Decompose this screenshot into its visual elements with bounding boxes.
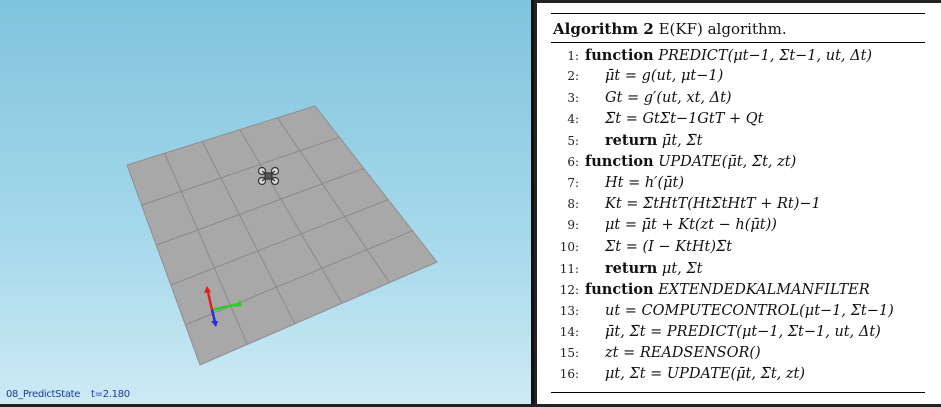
algorithm-line: 4: Σ̄t = GtΣt−1GtT + Qt: [551, 109, 925, 130]
statement-text: μ̄t = g(ut, μt−1): [605, 68, 724, 85]
algorithm-line: 14: μ̄t, Σ̄t = PREDICT(μt−1, Σt−1, ut, Δt…: [551, 322, 925, 343]
statement-text: Gt = g′(ut, xt, Δt): [605, 89, 732, 106]
line-number: 12:: [559, 283, 579, 298]
algorithm-panel: Algorithm 2 E(KF) algorithm. 1: function …: [537, 3, 941, 404]
line-number: 9:: [567, 218, 579, 233]
algorithm-box: Algorithm 2 E(KF) algorithm. 1: function …: [551, 13, 925, 393]
algorithm-line: 1: function PREDICT(μt−1, Σt−1, ut, Δt): [551, 45, 925, 66]
algorithm-line: 13: ut = COMPUTECONTROL(μt−1, Σt−1): [551, 301, 925, 322]
statement-text: μt, Σt: [661, 260, 703, 277]
scene-3d: [126, 105, 438, 366]
line-number: 11:: [559, 261, 579, 276]
line-number: 16:: [559, 367, 579, 382]
statement-text: μ̄t, Σ̄t: [661, 133, 703, 150]
line-number: 4:: [567, 111, 579, 126]
line-number: 6:: [567, 155, 579, 170]
algorithm-label: Algorithm 2: [553, 20, 654, 38]
line-number: 10:: [559, 239, 579, 254]
algorithm-line: 3: Gt = g′(ut, xt, Δt): [551, 88, 925, 109]
algorithm-line: 11: return μt, Σt: [551, 258, 925, 279]
statement-text: μ̄t, Σ̄t = PREDICT(μt−1, Σt−1, ut, Δt): [605, 323, 881, 340]
algorithm-line: 7: Ht = h′(μ̄t): [551, 173, 925, 194]
algorithm-line: 16: μt, Σt = UPDATE(μ̄t, Σ̄t, zt): [551, 364, 925, 385]
floor-plane: [126, 105, 438, 366]
statement-text: EXTENDEDKALMANFILTER: [658, 282, 870, 299]
line-number: 3:: [567, 90, 579, 105]
statement-text: μt = μ̄t + Kt(zt − h(μ̄t)): [605, 217, 777, 234]
algorithm-line: 15: zt = READSENSOR(): [551, 343, 925, 364]
algorithm-title: E(KF) algorithm.: [658, 20, 787, 38]
statement-text: PREDICT(μt−1, Σt−1, ut, Δt): [658, 48, 873, 64]
statement-text: UPDATE(μ̄t, Σ̄t, zt): [658, 154, 797, 171]
line-number: 2:: [567, 69, 579, 84]
algorithm-line: 9: μt = μ̄t + Kt(zt − h(μ̄t)): [551, 215, 925, 236]
line-number: 14:: [559, 324, 579, 339]
algorithm-line: 8: Kt = Σ̄tHtT(HtΣ̄tHtT + Rt)−1: [551, 194, 925, 215]
algorithm-line: 2: μ̄t = g(ut, μt−1): [551, 66, 925, 87]
algorithm-caption: Algorithm 2 E(KF) algorithm.: [551, 13, 925, 43]
scenario-name: 08_PredictState: [6, 389, 81, 400]
statement-text: Σt = (I − KtHt)Σ̄t: [605, 238, 733, 255]
line-number: 8:: [567, 197, 579, 212]
keyword: function: [585, 47, 654, 64]
sim-time: t=2.180: [91, 389, 130, 400]
line-number: 13:: [559, 303, 579, 318]
algorithm-line: 5: return μ̄t, Σ̄t: [551, 130, 925, 151]
statement-text: Ht = h′(μ̄t): [605, 174, 685, 191]
statement-text: zt = READSENSOR(): [605, 345, 761, 362]
simulator-viewport[interactable]: 08_PredictState t=2.180: [0, 0, 534, 404]
keyword: return: [605, 259, 658, 277]
keyword: function: [585, 153, 654, 171]
keyword: return: [605, 132, 658, 150]
algorithm-lines: 1: function PREDICT(μt−1, Σt−1, ut, Δt) 2:…: [551, 43, 925, 386]
line-number: 7:: [567, 175, 579, 190]
line-number: 15:: [559, 346, 579, 361]
algorithm-line: 12: function EXTENDEDKALMANFILTER: [551, 279, 925, 300]
algorithm-line: 6: function UPDATE(μ̄t, Σ̄t, zt): [551, 151, 925, 172]
algorithm-line: 10: Σt = (I − KtHt)Σ̄t: [551, 237, 925, 258]
status-bar: 08_PredictState t=2.180: [6, 389, 130, 400]
line-number: 1:: [567, 49, 579, 63]
keyword: function: [585, 281, 654, 299]
statement-text: Σ̄t = GtΣt−1GtT + Qt: [605, 110, 764, 127]
algorithm-bottom-rule: [551, 391, 925, 393]
statement-text: ut = COMPUTECONTROL(μt−1, Σt−1): [605, 302, 894, 319]
statement-text: Kt = Σ̄tHtT(HtΣ̄tHtT + Rt)−1: [605, 196, 821, 213]
statement-text: μt, Σt = UPDATE(μ̄t, Σ̄t, zt): [605, 366, 805, 383]
line-number: 5:: [567, 134, 579, 149]
